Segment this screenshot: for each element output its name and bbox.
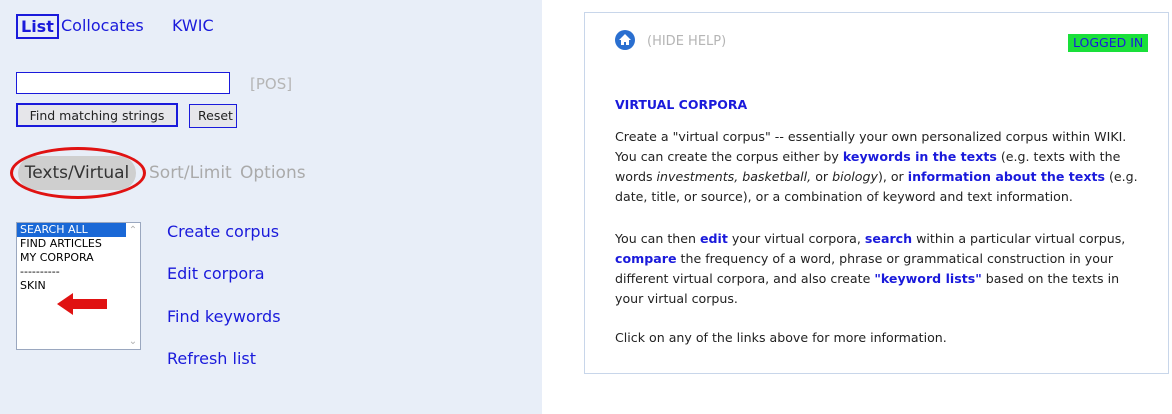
help-paragraph: You can then edit your virtual corpora, … [615, 229, 1150, 309]
red-circle-highlight [10, 147, 146, 199]
find-matching-strings-button[interactable]: Find matching strings [16, 103, 178, 127]
list-item[interactable]: SEARCH ALL [17, 223, 126, 237]
list-item[interactable]: FIND ARTICLES [17, 237, 140, 251]
section-tab-options[interactable]: Options [240, 163, 306, 183]
text: ), or [877, 169, 908, 184]
help-paragraph: Click on any of the links above for more… [615, 330, 947, 345]
section-tab-sort-limit[interactable]: Sort/Limit [149, 163, 232, 183]
help-panel: (HIDE HELP) LOGGED IN VIRTUAL CORPORA Cr… [584, 12, 1169, 374]
text: You can then [615, 231, 700, 246]
tab-collocates[interactable]: Collocates [61, 16, 144, 35]
home-icon[interactable] [615, 30, 635, 50]
search-link[interactable]: search [865, 231, 912, 246]
red-arrow-icon [57, 293, 107, 315]
help-paragraph: Create a "virtual corpus" -- essentially… [615, 127, 1150, 207]
edit-link[interactable]: edit [700, 231, 728, 246]
hide-help-link[interactable]: (HIDE HELP) [647, 34, 726, 49]
tab-list[interactable]: List [16, 14, 59, 39]
refresh-list-link[interactable]: Refresh list [167, 349, 256, 368]
edit-corpora-link[interactable]: Edit corpora [167, 264, 265, 283]
create-corpus-link[interactable]: Create corpus [167, 222, 279, 241]
help-title: VIRTUAL CORPORA [615, 97, 748, 112]
search-input[interactable] [16, 72, 230, 94]
information-about-texts-link[interactable]: information about the texts [908, 169, 1105, 184]
list-item[interactable]: MY CORPORA [17, 251, 140, 265]
keywords-in-texts-link[interactable]: keywords in the texts [843, 149, 997, 164]
text: your virtual corpora, [727, 231, 865, 246]
logged-in-badge[interactable]: LOGGED IN [1068, 34, 1149, 52]
text: biology [832, 169, 878, 184]
left-panel: List Collocates KWIC [POS] Find matching… [0, 0, 542, 414]
tab-kwic[interactable]: KWIC [172, 16, 214, 35]
find-keywords-link[interactable]: Find keywords [167, 307, 281, 326]
pos-link[interactable]: [POS] [250, 75, 292, 93]
scroll-up-icon[interactable]: ⌃ [128, 225, 138, 236]
scroll-down-icon[interactable]: ⌄ [128, 336, 138, 347]
corpus-listbox[interactable]: SEARCH ALL FIND ARTICLES MY CORPORA ----… [16, 222, 141, 350]
list-item[interactable]: SKIN [17, 279, 140, 293]
reset-button[interactable]: Reset [189, 104, 237, 128]
list-item-separator: ---------- [20, 265, 60, 278]
text: within a particular virtual corpus, [912, 231, 1126, 246]
text: investments, basketball, [656, 169, 812, 184]
keyword-lists-link[interactable]: "keyword lists" [874, 271, 981, 286]
text: or [811, 169, 833, 184]
compare-link[interactable]: compare [615, 251, 677, 266]
